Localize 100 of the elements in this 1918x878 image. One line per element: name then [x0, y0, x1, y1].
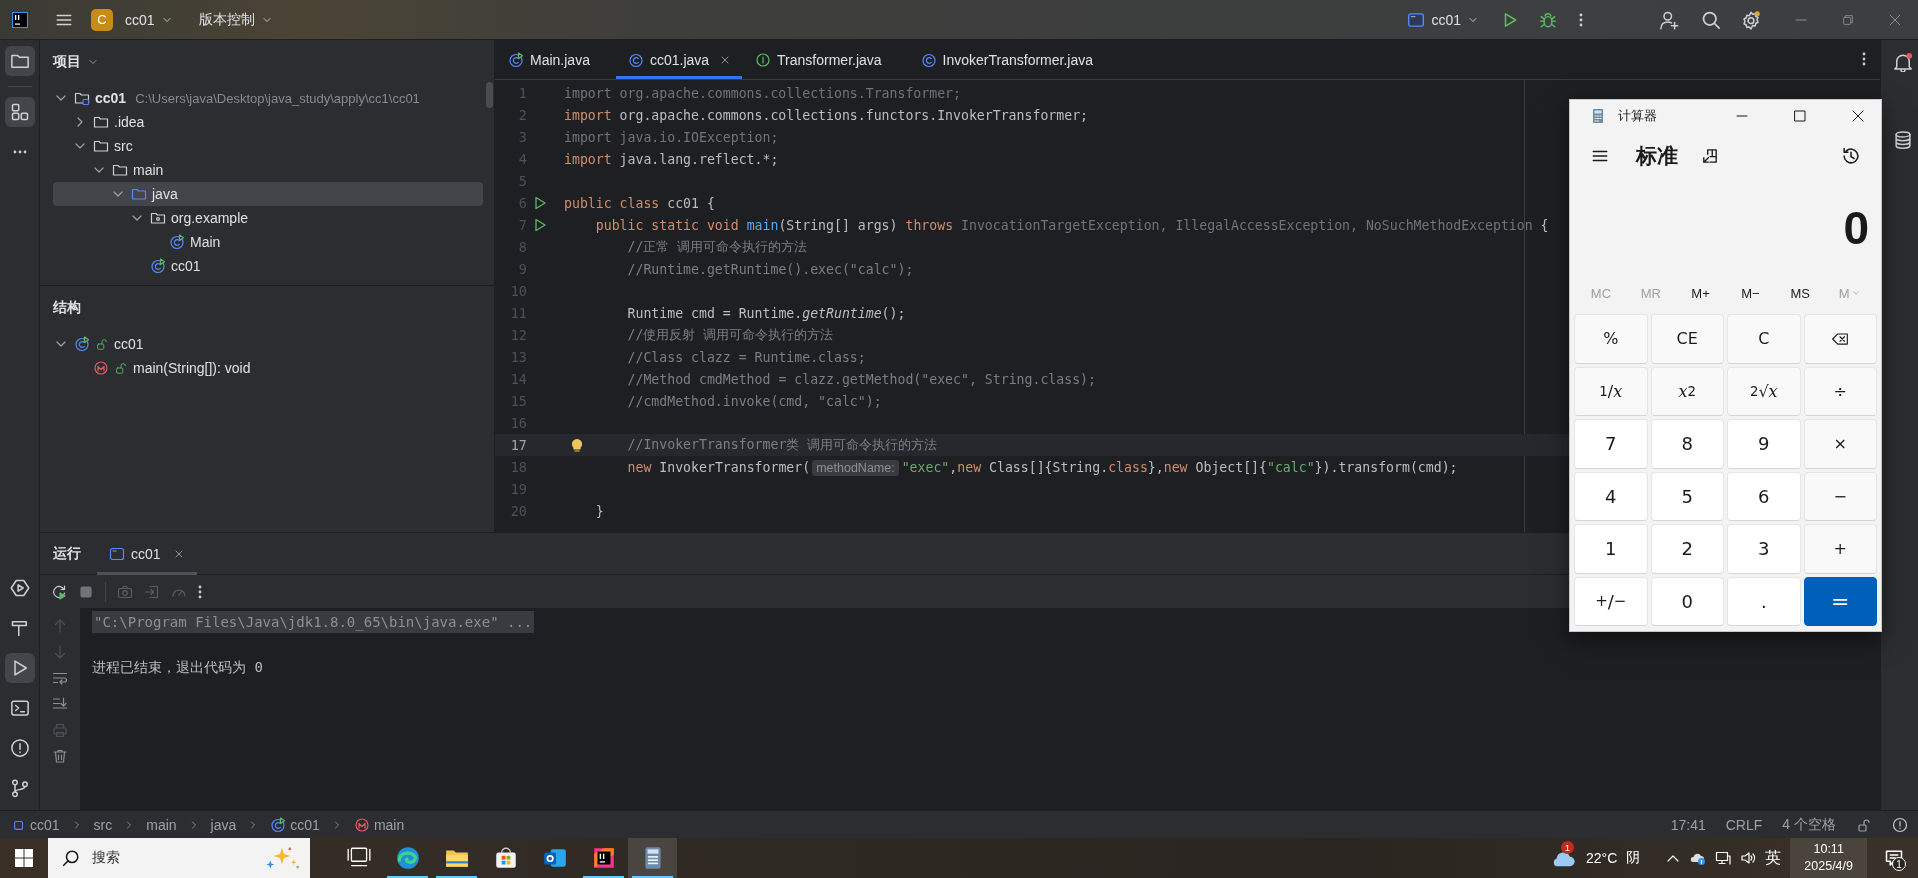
calculator-key[interactable]: + — [1803, 524, 1877, 574]
editor-tab[interactable]: Transformer.java — [742, 40, 908, 79]
run-tab[interactable]: cc01 — [97, 532, 197, 575]
breadcrumb[interactable]: main — [353, 816, 405, 833]
tree-item[interactable]: cc01 — [53, 254, 483, 278]
console-icon — [109, 545, 125, 562]
caret-position[interactable]: 17:41 — [1670, 816, 1706, 833]
clock[interactable]: 10:11 2025/4/9 — [1790, 838, 1867, 878]
calculator-key[interactable]: 3 — [1727, 524, 1801, 574]
notification-button[interactable]: 1 — [1884, 848, 1904, 868]
taskbar-button[interactable] — [628, 838, 677, 878]
backspace-button[interactable] — [1803, 314, 1877, 364]
run-icon[interactable] — [532, 195, 548, 211]
stop-icon[interactable] — [78, 583, 94, 600]
weather-condition: 阴 — [1626, 849, 1641, 867]
calculator-key[interactable]: − — [1803, 471, 1877, 521]
calculator-key[interactable]: ÷ — [1803, 366, 1877, 416]
tree-item[interactable]: org.example — [53, 206, 483, 230]
panel-title: 运行 — [53, 544, 81, 563]
user-plus-icon — [1659, 9, 1679, 30]
trash-icon[interactable] — [52, 748, 68, 764]
network-icon[interactable] — [1715, 850, 1732, 866]
input-method[interactable]: 英 — [1765, 847, 1782, 869]
calculator-key[interactable]: 8 — [1650, 419, 1724, 469]
maximize-icon — [1792, 108, 1808, 124]
tree-item[interactable]: main(String[]): void — [53, 356, 483, 380]
keep-on-top-icon — [1701, 147, 1719, 165]
wrap-icon[interactable] — [52, 670, 68, 686]
calculator-key[interactable]: 0 — [1650, 576, 1724, 626]
editor-tab[interactable]: Main.java — [495, 40, 616, 79]
memory-button[interactable]: M− — [1725, 279, 1776, 307]
rerun-icon[interactable] — [51, 583, 67, 600]
breadcrumb[interactable]: cc01 — [270, 816, 320, 833]
calculator-key[interactable]: . — [1727, 576, 1801, 626]
code-line: //InvokerTransformer类 调用可命令执行的方法 — [627, 436, 938, 454]
tree-item[interactable]: main — [53, 158, 483, 182]
tree-item[interactable]: Main — [53, 230, 483, 254]
code-line: public class cc01 { — [564, 195, 715, 211]
windows-icon[interactable] — [14, 848, 34, 868]
calculator-key[interactable]: 6 — [1727, 471, 1801, 521]
tree-item[interactable]: java — [53, 182, 483, 206]
calculator-key[interactable]: 4 — [1574, 471, 1648, 521]
database-button[interactable] — [1892, 130, 1913, 150]
breadcrumb[interactable]: src — [93, 816, 113, 833]
calculator-key[interactable]: 1 — [1574, 524, 1648, 574]
kebab-icon[interactable] — [198, 583, 202, 600]
class-icon — [150, 258, 166, 274]
vcs-menu[interactable]: 版本控制 — [194, 4, 277, 35]
calculator-key[interactable]: 9 — [1727, 419, 1801, 469]
breadcrumb[interactable]: main — [146, 816, 177, 833]
calculator-key[interactable]: C — [1727, 314, 1801, 364]
search-icon — [62, 849, 80, 867]
panel-title: 结构 — [53, 299, 81, 317]
notification-count: 1 — [1892, 857, 1906, 871]
open-lock-icon[interactable] — [1856, 816, 1872, 833]
temperature: 22°C — [1586, 850, 1618, 866]
calculator-key[interactable]: 5 — [1650, 471, 1724, 521]
search-field[interactable]: 搜索 — [48, 838, 310, 878]
equals-button[interactable]: = — [1803, 576, 1877, 626]
editor-tab[interactable]: InvokerTransformer.java — [907, 40, 1120, 79]
minimize-icon — [1736, 115, 1748, 117]
code-line: import org.apache.commons.collections.functors.InvokerTransformer; — [564, 107, 1088, 123]
indent-setting[interactable]: 4 个空格 — [1782, 815, 1836, 834]
method-icon — [93, 360, 109, 376]
memory-button[interactable]: MS — [1775, 279, 1826, 307]
project-menu[interactable]: cc01 — [121, 4, 177, 35]
calculator-key[interactable]: × — [1803, 419, 1877, 469]
settings-icon — [1741, 9, 1761, 30]
run-icon[interactable] — [532, 217, 548, 233]
editor-tab[interactable]: cc01.java — [615, 40, 743, 79]
calculator-key[interactable]: % — [1574, 314, 1648, 364]
memory-button[interactable]: M+ — [1675, 279, 1726, 307]
tool-window-button[interactable] — [4, 46, 35, 76]
breadcrumb[interactable]: cc01 — [12, 816, 60, 833]
calculator-key[interactable]: CE — [1650, 314, 1724, 364]
breadcrumb[interactable]: java — [210, 816, 237, 833]
terminal-icon — [9, 698, 30, 718]
alert-icon[interactable] — [1892, 816, 1908, 833]
tree-item[interactable]: cc01 C:\Users\java\Desktop\java_study\apply\cc1\cc01 — [53, 86, 483, 110]
calculator-key[interactable]: 2 — [1650, 524, 1724, 574]
volume-icon[interactable] — [1740, 850, 1757, 866]
line-separator[interactable]: CRLF — [1725, 816, 1763, 833]
scroll-end-icon[interactable] — [52, 696, 68, 712]
minimize-icon — [1794, 18, 1807, 21]
scrollbar[interactable] — [486, 82, 493, 108]
tool-window-button[interactable] — [4, 653, 35, 683]
weather-button[interactable]: 1 — [1549, 844, 1578, 872]
tree-item[interactable]: .idea — [53, 110, 483, 134]
calculator-key[interactable]: 7 — [1574, 419, 1648, 469]
lightbulb-icon[interactable] — [569, 437, 585, 453]
kebab-icon[interactable] — [1862, 51, 1866, 67]
class-icon — [508, 51, 524, 68]
tree-item[interactable]: cc01 — [53, 332, 483, 356]
panel-title[interactable]: 项目 — [53, 53, 81, 71]
notifications-button[interactable] — [1892, 52, 1913, 72]
browser-icon[interactable] — [394, 845, 421, 871]
tree-item[interactable]: src — [53, 134, 483, 158]
run-config-menu[interactable]: cc01 — [1403, 4, 1483, 35]
tool-window-button[interactable] — [4, 97, 35, 127]
weather-badge: 1 — [1561, 841, 1575, 854]
